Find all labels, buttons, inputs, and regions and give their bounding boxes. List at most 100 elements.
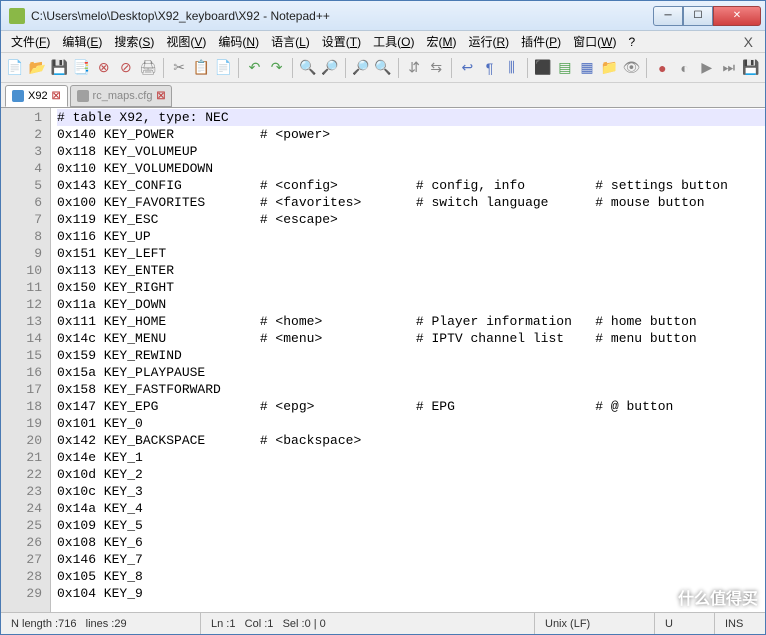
code-line[interactable]: 0x10c KEY_3 <box>57 483 765 500</box>
code-line[interactable]: 0x14a KEY_4 <box>57 500 765 517</box>
code-line[interactable]: # table X92, type: NEC <box>57 109 765 126</box>
func-list-icon[interactable]: ▦ <box>577 57 597 79</box>
line-number[interactable]: 29 <box>1 585 42 602</box>
new-icon[interactable]: 📄 <box>5 57 25 79</box>
menu-v[interactable]: 视图(V) <box>160 31 212 52</box>
line-number[interactable]: 20 <box>1 432 42 449</box>
tab-x92[interactable]: X92☒ <box>5 85 68 107</box>
code-line[interactable]: 0x150 KEY_RIGHT <box>57 279 765 296</box>
line-number[interactable]: 4 <box>1 160 42 177</box>
code-line[interactable]: 0x110 KEY_VOLUMEDOWN <box>57 160 765 177</box>
copy-icon[interactable]: 📋 <box>191 57 211 79</box>
redo-icon[interactable]: ↷ <box>267 57 287 79</box>
code-line[interactable]: 0x140 KEY_POWER # <power> <box>57 126 765 143</box>
line-number[interactable]: 23 <box>1 483 42 500</box>
monitor-icon[interactable]: 👁 <box>621 57 641 79</box>
code-line[interactable]: 0x158 KEY_FASTFORWARD <box>57 381 765 398</box>
save-macro-icon[interactable]: 💾 <box>741 57 761 79</box>
menu-help[interactable]: ? <box>622 33 641 51</box>
menu-p[interactable]: 插件(P) <box>515 31 567 52</box>
titlebar[interactable]: C:\Users\melo\Desktop\X92_keyboard\X92 -… <box>1 1 765 31</box>
line-number[interactable]: 12 <box>1 296 42 313</box>
line-number[interactable]: 27 <box>1 551 42 568</box>
code-line[interactable]: 0x142 KEY_BACKSPACE # <backspace> <box>57 432 765 449</box>
save-icon[interactable]: 💾 <box>49 57 69 79</box>
code-line[interactable]: 0x14e KEY_1 <box>57 449 765 466</box>
doc-map-icon[interactable]: ▤ <box>555 57 575 79</box>
code-line[interactable]: 0x143 KEY_CONFIG # <config> # config, in… <box>57 177 765 194</box>
play-icon[interactable]: ▶ <box>697 57 717 79</box>
save-all-icon[interactable]: 📑 <box>71 57 91 79</box>
code-line[interactable]: 0x146 KEY_7 <box>57 551 765 568</box>
code-line[interactable]: 0x104 KEY_9 <box>57 585 765 602</box>
paste-icon[interactable]: 📄 <box>213 57 233 79</box>
line-number[interactable]: 3 <box>1 143 42 160</box>
close-button[interactable]: ✕ <box>713 6 761 26</box>
line-number[interactable]: 1 <box>1 109 42 126</box>
menu-m[interactable]: 宏(M) <box>420 31 462 52</box>
lang-icon[interactable]: ⬛ <box>533 57 553 79</box>
find-icon[interactable]: 🔍 <box>298 57 318 79</box>
code-editor[interactable]: # table X92, type: NEC0x140 KEY_POWER # … <box>51 108 765 612</box>
undo-icon[interactable]: ↶ <box>244 57 264 79</box>
record-icon[interactable]: ● <box>652 57 672 79</box>
close-all-icon[interactable]: ⊘ <box>116 57 136 79</box>
folder-icon[interactable]: 📁 <box>599 57 619 79</box>
print-icon[interactable]: 🖨 <box>138 57 158 79</box>
code-line[interactable]: 0x119 KEY_ESC # <escape> <box>57 211 765 228</box>
line-number[interactable]: 18 <box>1 398 42 415</box>
code-line[interactable]: 0x147 KEY_EPG # <epg> # EPG # @ button <box>57 398 765 415</box>
minimize-button[interactable]: ─ <box>653 6 683 26</box>
line-number[interactable]: 9 <box>1 245 42 262</box>
code-line[interactable]: 0x116 KEY_UP <box>57 228 765 245</box>
wrap-icon[interactable]: ↩ <box>457 57 477 79</box>
line-number[interactable]: 8 <box>1 228 42 245</box>
line-number[interactable]: 25 <box>1 517 42 534</box>
cut-icon[interactable]: ✂ <box>169 57 189 79</box>
line-number[interactable]: 11 <box>1 279 42 296</box>
menu-l[interactable]: 语言(L) <box>265 31 316 52</box>
close-file-icon[interactable]: ⊗ <box>94 57 114 79</box>
menubar-close-icon[interactable]: X <box>736 34 761 50</box>
line-number[interactable]: 13 <box>1 313 42 330</box>
replace-icon[interactable]: 🔎 <box>320 57 340 79</box>
code-line[interactable]: 0x15a KEY_PLAYPAUSE <box>57 364 765 381</box>
code-line[interactable]: 0x10d KEY_2 <box>57 466 765 483</box>
code-line[interactable]: 0x100 KEY_FAVORITES # <favorites> # swit… <box>57 194 765 211</box>
zoom-in-icon[interactable]: 🔎 <box>351 57 371 79</box>
sync-h-icon[interactable]: ⇆ <box>426 57 446 79</box>
maximize-button[interactable]: ☐ <box>683 6 713 26</box>
code-line[interactable]: 0x11a KEY_DOWN <box>57 296 765 313</box>
line-number[interactable]: 6 <box>1 194 42 211</box>
tab-close-icon[interactable]: ☒ <box>156 91 165 102</box>
code-line[interactable]: 0x151 KEY_LEFT <box>57 245 765 262</box>
line-number[interactable]: 5 <box>1 177 42 194</box>
menu-n[interactable]: 编码(N) <box>212 31 265 52</box>
code-line[interactable]: 0x113 KEY_ENTER <box>57 262 765 279</box>
line-number[interactable]: 24 <box>1 500 42 517</box>
code-line[interactable]: 0x101 KEY_0 <box>57 415 765 432</box>
all-chars-icon[interactable]: ¶ <box>479 57 499 79</box>
line-number[interactable]: 28 <box>1 568 42 585</box>
code-line[interactable]: 0x108 KEY_6 <box>57 534 765 551</box>
line-number[interactable]: 26 <box>1 534 42 551</box>
tab-close-icon[interactable]: ☒ <box>52 91 61 102</box>
indent-guide-icon[interactable]: ⫼ <box>502 57 522 79</box>
line-number[interactable]: 15 <box>1 347 42 364</box>
line-number[interactable]: 7 <box>1 211 42 228</box>
line-number[interactable]: 16 <box>1 364 42 381</box>
code-line[interactable]: 0x118 KEY_VOLUMEUP <box>57 143 765 160</box>
line-number-gutter[interactable]: 1234567891011121314151617181920212223242… <box>1 108 51 612</box>
line-number[interactable]: 21 <box>1 449 42 466</box>
line-number[interactable]: 10 <box>1 262 42 279</box>
menu-f[interactable]: 文件(F) <box>5 31 56 52</box>
line-number[interactable]: 14 <box>1 330 42 347</box>
code-line[interactable]: 0x109 KEY_5 <box>57 517 765 534</box>
stop-icon[interactable]: ◐ <box>674 57 694 79</box>
menu-r[interactable]: 运行(R) <box>462 31 515 52</box>
menu-s[interactable]: 搜索(S) <box>108 31 160 52</box>
code-line[interactable]: 0x159 KEY_REWIND <box>57 347 765 364</box>
line-number[interactable]: 2 <box>1 126 42 143</box>
open-icon[interactable]: 📂 <box>27 57 47 79</box>
play-multi-icon[interactable]: ⏭ <box>719 57 739 79</box>
